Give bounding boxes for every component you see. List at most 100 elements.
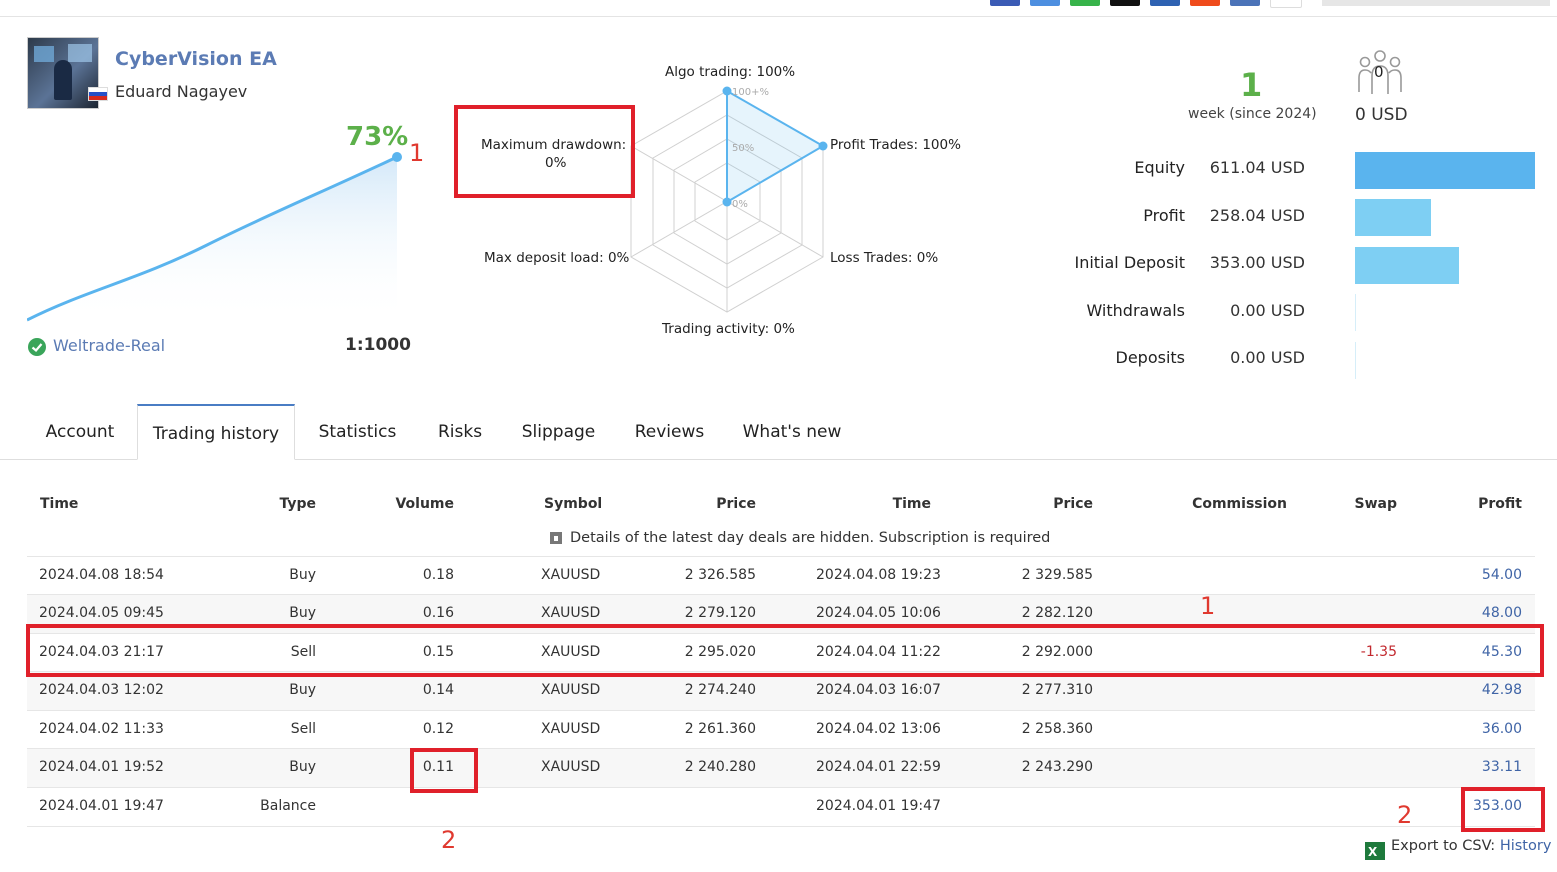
withdrawals-value: 0.00 USD — [1230, 301, 1305, 320]
cell-price-open: 2 240.280 — [684, 759, 756, 775]
cell-symbol: XAUUSD — [541, 605, 601, 621]
facebook-share-icon[interactable] — [990, 0, 1020, 6]
col-header-time-open[interactable]: Time — [40, 496, 78, 512]
cell-type: Buy — [289, 567, 316, 583]
cell-profit[interactable]: 48.00 — [1422, 605, 1522, 621]
radar-point-algo — [722, 86, 732, 96]
deposits-label: Deposits — [1115, 348, 1186, 367]
account-server-link[interactable]: Weltrade-Real — [53, 336, 165, 355]
top-search-bar[interactable] — [1322, 0, 1550, 6]
cell-price-open: 2 326.585 — [684, 567, 756, 583]
cell-price-open: 2 274.240 — [684, 682, 756, 698]
profit-bar — [1355, 199, 1431, 236]
highlight-max-drawdown — [454, 105, 635, 198]
radar-label-trading-activity: Trading activity: 0% — [662, 321, 795, 337]
cell-volume: 0.18 — [422, 567, 454, 583]
col-header-volume[interactable]: Volume — [354, 496, 454, 512]
col-header-price-open[interactable]: Price — [656, 496, 756, 512]
russia-flag-icon — [88, 87, 108, 101]
col-header-price-close[interactable]: Price — [993, 496, 1093, 512]
cell-time-close: 2024.04.01 19:47 — [816, 798, 941, 814]
cell-profit[interactable]: 54.00 — [1422, 567, 1522, 583]
table-row[interactable]: 2024.04.01 19:52 Buy 0.11 XAUUSD 2 240.2… — [27, 748, 1535, 787]
author-name[interactable]: Eduard Nagayev — [115, 82, 247, 101]
highlight-balance-profit — [1461, 787, 1545, 832]
tab-reviews[interactable]: Reviews — [628, 404, 711, 460]
cell-time-open: 2024.04.01 19:47 — [39, 798, 164, 814]
cell-time-open: 2024.04.05 09:45 — [39, 605, 164, 621]
weeks-label: week (since 2024) — [1188, 106, 1317, 122]
google-share-icon[interactable] — [1030, 0, 1060, 6]
equity-bar — [1355, 152, 1535, 189]
col-header-time-close[interactable]: Time — [831, 496, 931, 512]
vk-share-icon[interactable] — [1230, 0, 1260, 6]
highlight-sell-row — [26, 624, 1544, 677]
cell-profit[interactable]: 36.00 — [1422, 721, 1522, 737]
export-history-link[interactable]: History — [1500, 838, 1552, 854]
radar-point-profit — [818, 141, 828, 151]
col-header-type[interactable]: Type — [216, 496, 316, 512]
radar-scale-100: 100+% — [732, 87, 769, 98]
withdrawals-label: Withdrawals — [1086, 301, 1185, 320]
deposits-value: 0.00 USD — [1230, 348, 1305, 367]
profit-label: Profit — [1143, 206, 1185, 225]
cell-profit[interactable]: 42.98 — [1422, 682, 1522, 698]
export-csv: Export to CSV: History — [1391, 838, 1551, 854]
tab-statistics[interactable]: Statistics — [310, 404, 405, 460]
hidden-deals-notice: Details of the latest day deals are hidd… — [570, 530, 1051, 546]
reddit-share-icon[interactable] — [1190, 0, 1220, 6]
annotation-1-row: 1 — [1200, 592, 1216, 620]
cell-time-open: 2024.04.02 11:33 — [39, 721, 164, 737]
cell-profit[interactable]: 33.11 — [1422, 759, 1522, 775]
cell-price-open: 2 261.360 — [684, 721, 756, 737]
equity-label: Equity — [1134, 158, 1185, 177]
cell-time-close: 2024.04.01 22:59 — [816, 759, 941, 775]
table-row[interactable]: 2024.04.08 18:54 Buy 0.18 XAUUSD 2 326.5… — [27, 556, 1535, 595]
tab-whats-new[interactable]: What's new — [738, 404, 846, 460]
tab-slippage[interactable]: Slippage — [515, 404, 602, 460]
cell-type: Buy — [289, 605, 316, 621]
lock-icon — [550, 532, 562, 544]
cell-volume: 0.12 — [422, 721, 454, 737]
cell-type: Buy — [289, 682, 316, 698]
linkedin-share-icon[interactable] — [1150, 0, 1180, 6]
cell-type: Balance — [260, 798, 316, 814]
more-share-icon[interactable] — [1270, 0, 1302, 8]
tab-account[interactable]: Account — [30, 404, 130, 460]
cell-time-close: 2024.04.03 16:07 — [816, 682, 941, 698]
cell-price-close: 2 282.120 — [1021, 605, 1093, 621]
cell-price-close: 2 329.585 — [1021, 567, 1093, 583]
ea-name-link[interactable]: CyberVision EA — [115, 48, 277, 70]
svg-text:X: X — [1368, 845, 1378, 859]
subscription-value: 0 USD — [1355, 105, 1408, 125]
leverage-value: 1:1000 — [345, 335, 411, 355]
table-row[interactable]: 2024.04.01 19:47 Balance 2024.04.01 19:4… — [27, 787, 1535, 827]
deposits-bar — [1355, 342, 1356, 379]
x-share-icon[interactable] — [1110, 0, 1140, 6]
whatsapp-share-icon[interactable] — [1070, 0, 1100, 6]
col-header-symbol[interactable]: Symbol — [544, 496, 602, 512]
tab-trading-history[interactable]: Trading history — [137, 404, 295, 460]
cell-type: Sell — [290, 721, 316, 737]
radar-label-algo: Algo trading: 100% — [665, 64, 796, 80]
radar-scale-50: 50% — [732, 143, 754, 154]
radar-chart: 100+% 50% 0% — [630, 86, 828, 313]
excel-icon: X — [1365, 842, 1385, 860]
col-header-commission[interactable]: Commission — [1167, 496, 1287, 512]
annotation-2-profit: 2 — [1397, 801, 1413, 829]
equity-value: 611.04 USD — [1209, 158, 1305, 177]
initial-deposit-bar — [1355, 247, 1459, 284]
export-label: Export to CSV: — [1391, 838, 1496, 854]
col-header-profit[interactable]: Profit — [1422, 496, 1522, 512]
cell-symbol: XAUUSD — [541, 759, 601, 775]
verified-check-icon — [28, 338, 46, 356]
radar-label-profit-trades: Profit Trades: 100% — [830, 137, 961, 153]
growth-endpoint — [392, 152, 402, 162]
col-header-swap[interactable]: Swap — [1297, 496, 1398, 512]
radar-scale-0: 0% — [732, 199, 748, 210]
highlight-volume-cell — [410, 748, 478, 793]
cell-time-open: 2024.04.03 12:02 — [39, 682, 164, 698]
growth-chart — [27, 152, 402, 322]
table-row[interactable]: 2024.04.02 11:33 Sell 0.12 XAUUSD 2 261.… — [27, 710, 1535, 749]
tab-risks[interactable]: Risks — [430, 404, 490, 460]
